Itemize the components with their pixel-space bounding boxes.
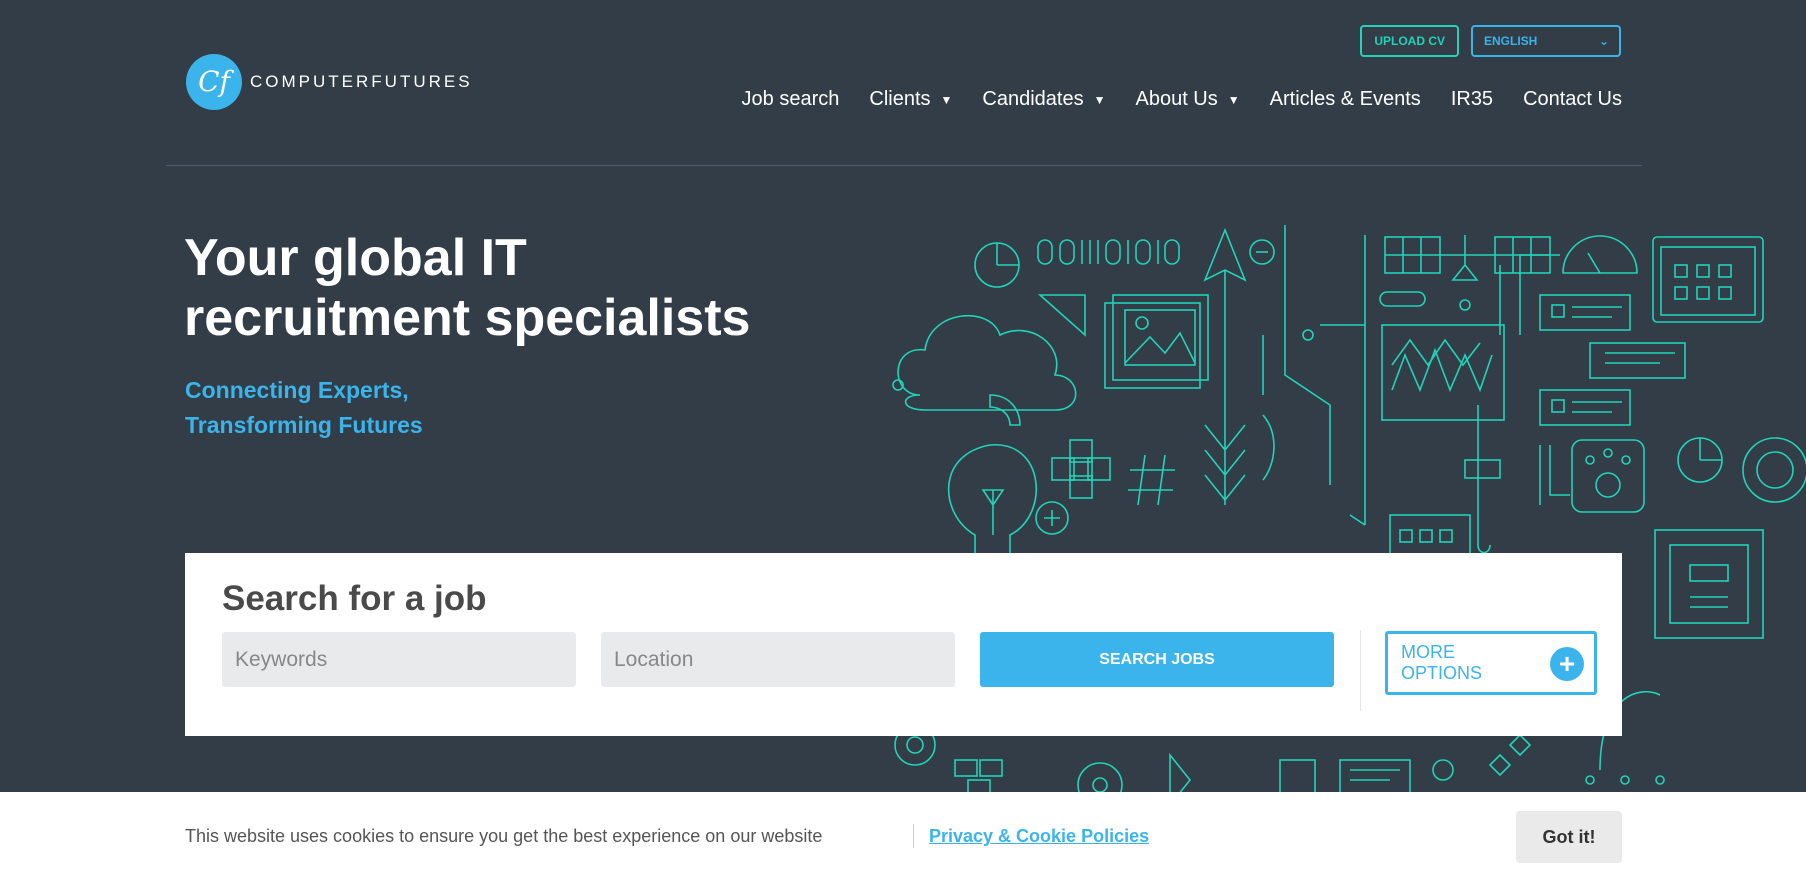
nav-contact-us[interactable]: Contact Us: [1523, 88, 1622, 111]
nav-label: Articles & Events: [1269, 88, 1421, 110]
main-nav: Job search Clients ▼ Candidates ▼ About Us…: [742, 88, 1622, 111]
nav-about-us[interactable]: About Us ▼: [1135, 88, 1239, 111]
hero-title: Your global IT recruitment specialists: [184, 228, 884, 348]
hero-subtitle-line2: Transforming Futures: [185, 412, 423, 438]
chevron-down-icon: ▼: [1093, 92, 1106, 107]
upload-cv-button[interactable]: UPLOAD CV: [1360, 25, 1459, 57]
search-title: Search for a job: [222, 579, 487, 618]
more-options-button[interactable]: MORE OPTIONS +: [1385, 631, 1597, 695]
hero-title-line2: recruitment specialists: [184, 289, 751, 347]
language-select[interactable]: ENGLISH ⌄: [1471, 25, 1621, 57]
nav-label: Contact Us: [1523, 88, 1622, 110]
logo-text: COMPUTERFUTURES: [250, 72, 473, 91]
nav-label: IR35: [1450, 88, 1494, 110]
cookie-separator: [913, 824, 914, 848]
nav-label: About Us: [1135, 88, 1218, 110]
more-options-line1: MORE: [1401, 642, 1455, 662]
chevron-down-icon: ▼: [1227, 92, 1240, 107]
privacy-cookie-link[interactable]: Privacy & Cookie Policies: [929, 826, 1149, 847]
nav-candidates[interactable]: Candidates ▼: [982, 88, 1105, 111]
header-divider: [166, 165, 1642, 166]
more-options-line2: OPTIONS: [1401, 663, 1483, 683]
hero-subtitle: Connecting Experts, Transforming Futures: [185, 373, 585, 443]
search-jobs-button[interactable]: SEARCH JOBS: [980, 632, 1334, 687]
nav-label: Candidates: [982, 88, 1084, 110]
chevron-down-icon: ⌄: [1598, 34, 1609, 48]
nav-ir35[interactable]: IR35: [1451, 88, 1493, 111]
job-search-panel: Search for a job SEARCH JOBS MORE OPTION…: [185, 553, 1622, 736]
language-value: ENGLISH: [1484, 34, 1538, 48]
divider: [1360, 630, 1361, 711]
nav-clients[interactable]: Clients ▼: [869, 88, 952, 111]
keywords-input[interactable]: [222, 632, 576, 687]
chevron-down-icon: ▼: [940, 92, 953, 107]
hero-title-line1: Your global IT: [184, 229, 527, 287]
cookie-message: This website uses cookies to ensure you …: [185, 826, 823, 846]
nav-label: Job search: [741, 88, 840, 110]
logo-mark: Cf: [186, 54, 242, 110]
location-input[interactable]: [601, 632, 955, 687]
nav-articles-events[interactable]: Articles & Events: [1270, 88, 1421, 111]
hero-subtitle-line1: Connecting Experts,: [185, 377, 409, 403]
top-buttons: UPLOAD CV ENGLISH ⌄: [1360, 25, 1621, 57]
nav-job-search[interactable]: Job search: [742, 88, 840, 111]
plus-icon: +: [1550, 647, 1584, 681]
nav-label: Clients: [869, 88, 931, 110]
logo[interactable]: Cf COMPUTERFUTURES: [186, 54, 473, 110]
got-it-button[interactable]: Got it!: [1516, 811, 1622, 863]
